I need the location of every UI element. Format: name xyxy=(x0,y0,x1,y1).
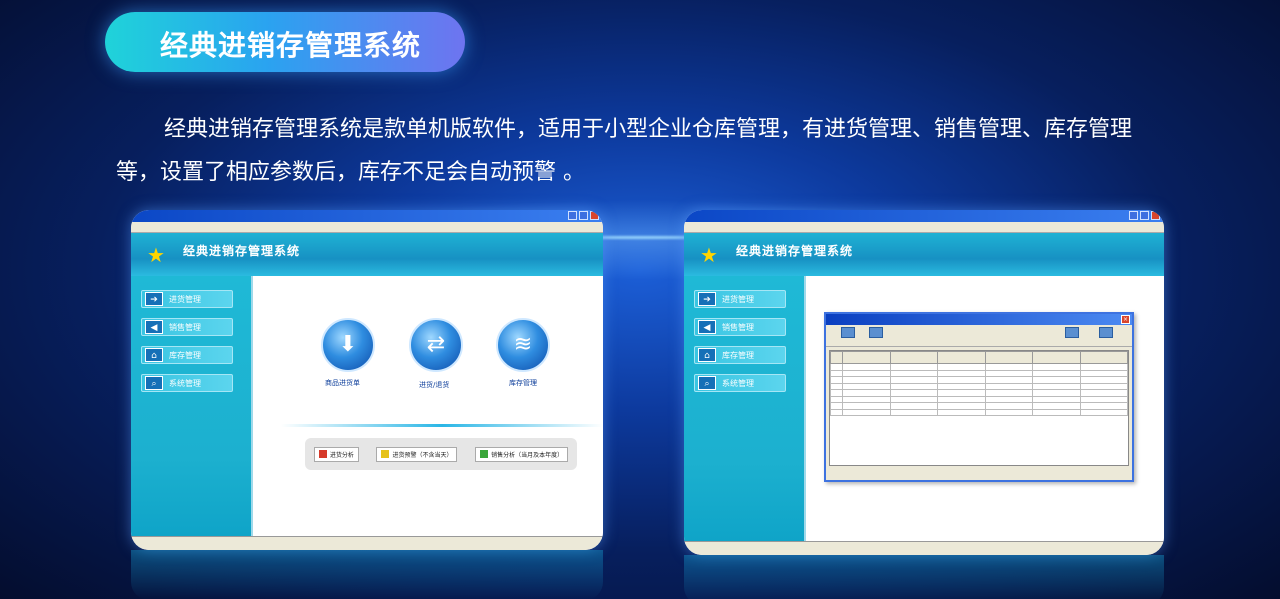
sidebar-item-label: 系统管理 xyxy=(722,378,754,388)
sidebar: ➔ 进货管理 ◀ 销售管理 ⌂ 库存管理 ⌕ 系统管理 xyxy=(684,276,806,541)
sidebar-item-system: ⌕ 系统管理 xyxy=(141,374,233,392)
maximize-icon xyxy=(1140,211,1149,220)
close-icon xyxy=(590,211,599,220)
screenshot-reflection xyxy=(131,550,603,599)
alert-label: 进货预警（不含当天） xyxy=(392,451,453,459)
export-icon xyxy=(1099,327,1113,338)
sidebar: ➔ 进货管理 ◀ 销售管理 ⌂ 库存管理 ⌕ 系统管理 xyxy=(131,276,253,536)
download-icon: ⬇ xyxy=(321,318,375,372)
screenshot-reflection xyxy=(684,555,1164,599)
alert-label: 进货分析 xyxy=(329,451,354,459)
circle-label: 进货/退货 xyxy=(419,381,450,389)
alert-item: 进货分析 xyxy=(313,446,359,462)
magnifier-icon: ⌕ xyxy=(698,376,716,390)
printer-icon xyxy=(1065,327,1079,338)
window-titlebar xyxy=(684,210,1164,222)
main-content: × xyxy=(806,276,1164,541)
status-bar xyxy=(684,541,1164,555)
window-controls xyxy=(568,211,599,220)
arrow-out-icon: ◀ xyxy=(698,320,716,334)
toolbar-button xyxy=(862,327,890,339)
toolbar-button xyxy=(1058,327,1086,339)
sidebar-item-label: 销售管理 xyxy=(722,322,754,332)
divider xyxy=(281,424,603,427)
dialog-toolbar xyxy=(826,325,1132,347)
house-icon: ⌂ xyxy=(698,348,716,362)
circle-label: 商品进货单 xyxy=(325,379,360,387)
app-banner: ★ 经典进销存管理系统 xyxy=(684,233,1164,276)
page-title: 经典进销存管理系统 xyxy=(160,29,422,62)
magnifier-icon: ⌕ xyxy=(145,376,163,390)
alert-bar: 进货分析 进货预警（不含当天） 销售分析（当月及本年度） xyxy=(305,438,577,470)
sidebar-item-inventory: ⌂ 库存管理 xyxy=(694,346,786,364)
stock-table xyxy=(830,351,1128,416)
maximize-icon xyxy=(579,211,588,220)
sidebar-item-sales: ◀ 销售管理 xyxy=(694,318,786,336)
swap-icon: ⇄ xyxy=(409,318,463,372)
minimize-icon xyxy=(1129,211,1138,220)
dialog-titlebar: × xyxy=(826,314,1132,325)
close-icon: × xyxy=(1121,315,1130,324)
stack-icon: ≋ xyxy=(496,318,550,372)
alert-item: 销售分析（当月及本年度） xyxy=(475,446,569,462)
sidebar-item-label: 库存管理 xyxy=(722,350,754,360)
stock-grid xyxy=(829,350,1129,466)
logo-star-icon: ★ xyxy=(700,243,718,267)
alert-yellow-icon xyxy=(381,450,390,458)
menubar xyxy=(131,222,603,233)
sidebar-item-label: 库存管理 xyxy=(169,350,201,360)
sidebar-item-inventory: ⌂ 库存管理 xyxy=(141,346,233,364)
logo-star-icon: ★ xyxy=(147,243,165,267)
window-controls xyxy=(1129,211,1160,220)
main-content: ⬇ 商品进货单 ⇄ 进货/退货 ≋ 库存管理 进货分析 进货预警（不含当天） 销… xyxy=(253,276,603,536)
table-row xyxy=(830,408,1128,416)
description-text: 经典进销存管理系统是款单机版软件，适用于小型企业仓库管理，有进货管理、销售管理、… xyxy=(116,117,1133,185)
sidebar-item-label: 销售管理 xyxy=(169,322,201,332)
alert-green-icon xyxy=(480,450,489,458)
screenshot-main-menu: ★ 经典进销存管理系统 ➔ 进货管理 ◀ 销售管理 ⌂ 库存管理 ⌕ 系统管理 … xyxy=(131,210,603,550)
app-banner: ★ 经典进销存管理系统 xyxy=(131,233,603,276)
circle-label: 库存管理 xyxy=(509,379,537,387)
toolbar-button xyxy=(834,327,862,339)
menubar xyxy=(684,222,1164,233)
arrow-in-icon: ➔ xyxy=(698,292,716,306)
sidebar-item-purchase: ➔ 进货管理 xyxy=(694,290,786,308)
minimize-icon xyxy=(568,211,577,220)
alert-item: 进货预警（不含当天） xyxy=(376,446,458,462)
sidebar-item-purchase: ➔ 进货管理 xyxy=(141,290,233,308)
monitor-icon xyxy=(841,327,855,338)
dialog-status xyxy=(829,468,1129,479)
close-icon xyxy=(1151,211,1160,220)
status-bar xyxy=(131,536,603,550)
alert-label: 销售分析（当月及本年度） xyxy=(491,451,564,459)
sidebar-item-label: 进货管理 xyxy=(169,294,201,304)
arrow-in-icon: ➔ xyxy=(145,292,163,306)
stock-dialog: × xyxy=(824,312,1134,482)
sidebar-item-system: ⌕ 系统管理 xyxy=(694,374,786,392)
sidebar-item-label: 进货管理 xyxy=(722,294,754,304)
sidebar-item-sales: ◀ 销售管理 xyxy=(141,318,233,336)
banner-title: 经典进销存管理系统 xyxy=(736,244,854,258)
screenshot-stock-dialog: ★ 经典进销存管理系统 ➔ 进货管理 ◀ 销售管理 ⌂ 库存管理 ⌕ 系统管理 xyxy=(684,210,1164,555)
house-icon: ⌂ xyxy=(145,348,163,362)
sidebar-item-label: 系统管理 xyxy=(169,378,201,388)
table-header-row xyxy=(830,351,1128,364)
banner-title: 经典进销存管理系统 xyxy=(183,244,301,258)
window-titlebar xyxy=(131,210,603,222)
toolbar-button xyxy=(1092,327,1120,339)
document-icon xyxy=(869,327,883,338)
alert-red-icon xyxy=(318,450,327,458)
arrow-out-icon: ◀ xyxy=(145,320,163,334)
